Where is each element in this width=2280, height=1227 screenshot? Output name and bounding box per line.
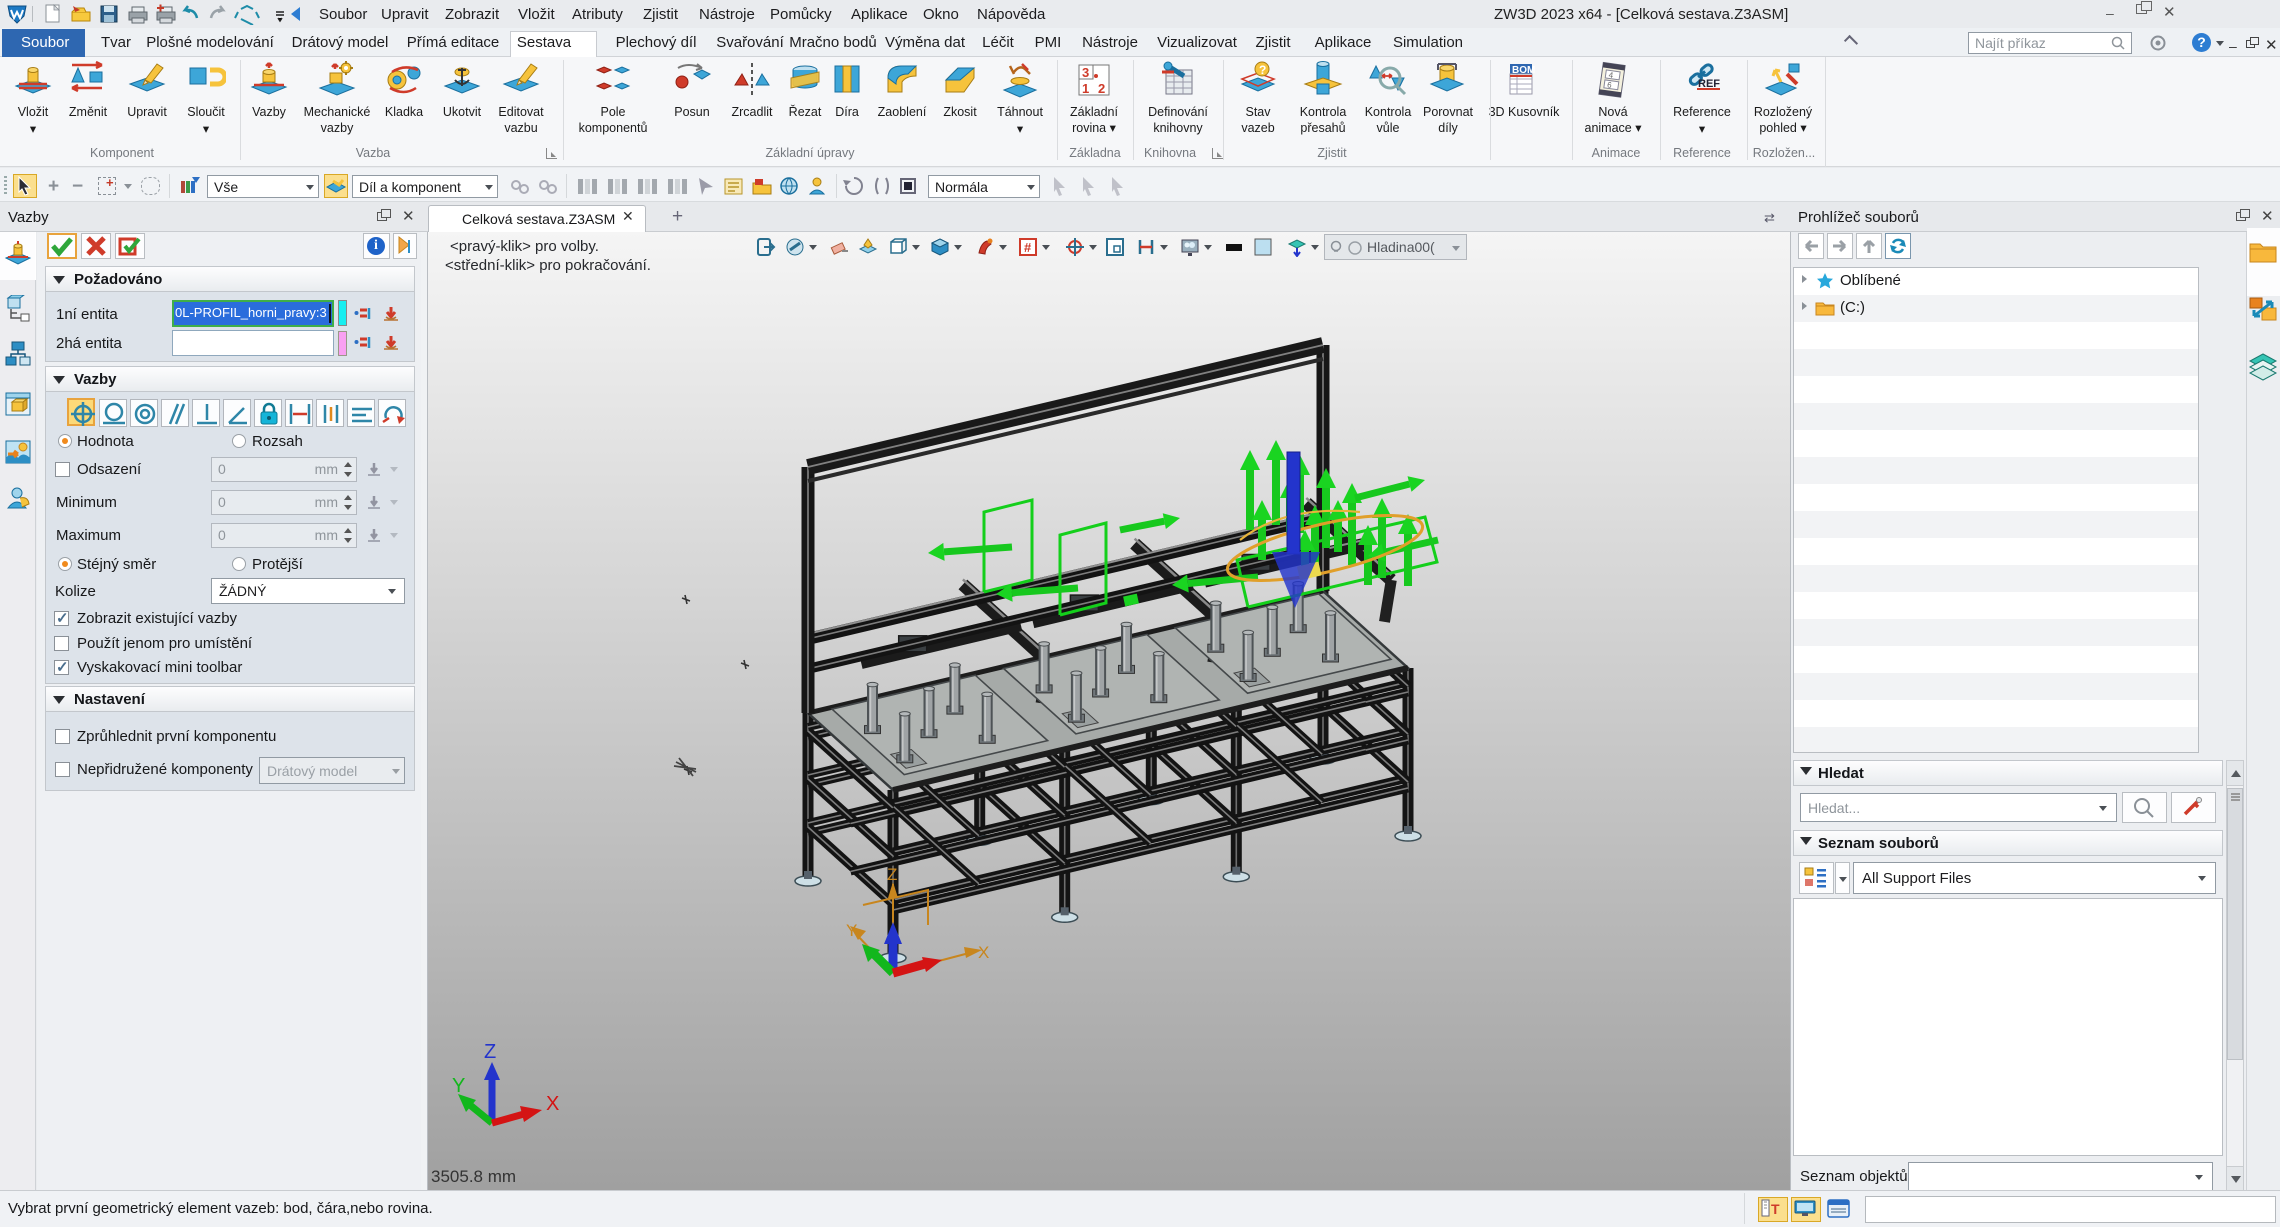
svg-text:T: T	[1771, 1201, 1780, 1217]
svg-text:Z: Z	[887, 865, 897, 884]
svg-text:X: X	[978, 943, 989, 962]
svg-text:1: 1	[1082, 81, 1089, 96]
svg-text:Z: Z	[484, 1041, 496, 1063]
svg-text:Y: Y	[846, 921, 857, 940]
svg-text:Y: Y	[452, 1075, 465, 1097]
svg-text:#: #	[1024, 240, 1032, 255]
svg-text:?: ?	[1259, 63, 1266, 77]
svg-text:3: 3	[1082, 65, 1089, 80]
svg-text:2: 2	[1098, 81, 1105, 96]
svg-text:X: X	[546, 1093, 559, 1115]
